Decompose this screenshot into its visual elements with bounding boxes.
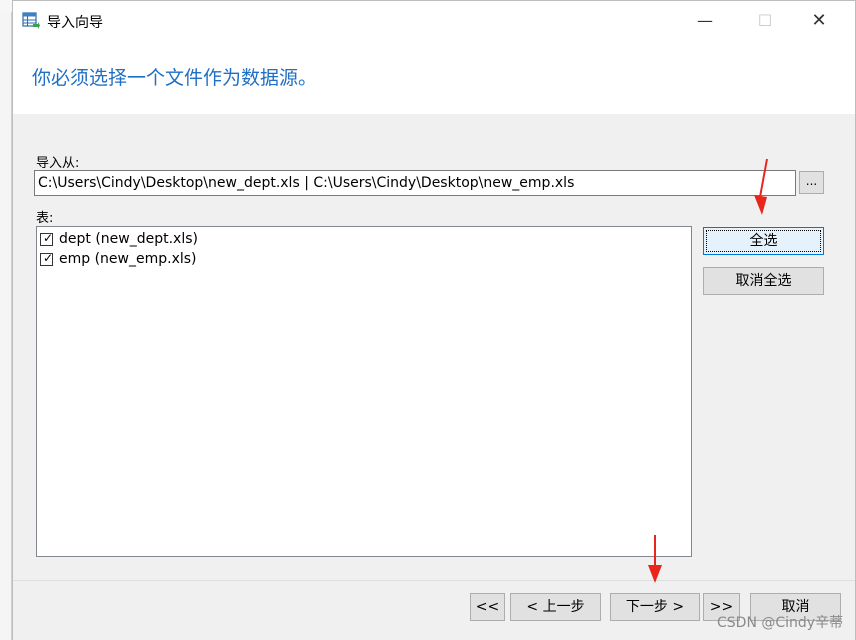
minimize-button[interactable]: —	[693, 9, 717, 33]
background-left-panel	[0, 12, 12, 640]
page-heading: 你必须选择一个文件作为数据源。	[32, 67, 318, 89]
select-all-button[interactable]: 全选	[703, 227, 824, 255]
watermark: CSDN @Cindy辛蒂	[717, 615, 844, 631]
browse-button[interactable]: ...	[799, 171, 824, 194]
list-item-label: emp (new_emp.xls)	[59, 251, 197, 267]
list-item-label: dept (new_dept.xls)	[59, 231, 198, 247]
annotation-arrow-icon	[648, 535, 662, 583]
checkbox-emp[interactable]: ✓	[40, 250, 54, 266]
maximize-button[interactable]: ☐	[753, 9, 777, 33]
list-item-emp[interactable]: ✓ emp (new_emp.xls)	[40, 249, 197, 269]
close-button[interactable]: ✕	[807, 9, 831, 33]
checkmark-icon: ✓	[43, 250, 54, 265]
first-step-button[interactable]: <<	[470, 593, 505, 621]
import-wizard-dialog: 导入向导 — ☐ ✕ 你必须选择一个文件作为数据源。 导入从: C:\Users…	[12, 0, 856, 640]
tables-label: 表:	[36, 211, 54, 226]
table-list[interactable]: ✓ dept (new_dept.xls) ✓ emp (new_emp.xls…	[36, 226, 692, 557]
checkbox-dept[interactable]: ✓	[40, 230, 54, 246]
checkmark-icon: ✓	[43, 230, 54, 245]
list-item-dept[interactable]: ✓ dept (new_dept.xls)	[40, 229, 198, 249]
deselect-all-button[interactable]: 取消全选	[703, 267, 824, 295]
annotation-arrow-icon	[754, 158, 768, 215]
next-step-button[interactable]: 下一步 >	[610, 593, 700, 621]
title-bar: 导入向导 — ☐ ✕	[13, 1, 855, 41]
window-title: 导入向导	[47, 15, 103, 31]
import-from-label: 导入从:	[36, 156, 80, 171]
import-path-field[interactable]: C:\Users\Cindy\Desktop\new_dept.xls | C:…	[34, 170, 796, 196]
table-import-icon	[22, 12, 40, 29]
previous-step-button[interactable]: < 上一步	[510, 593, 601, 621]
